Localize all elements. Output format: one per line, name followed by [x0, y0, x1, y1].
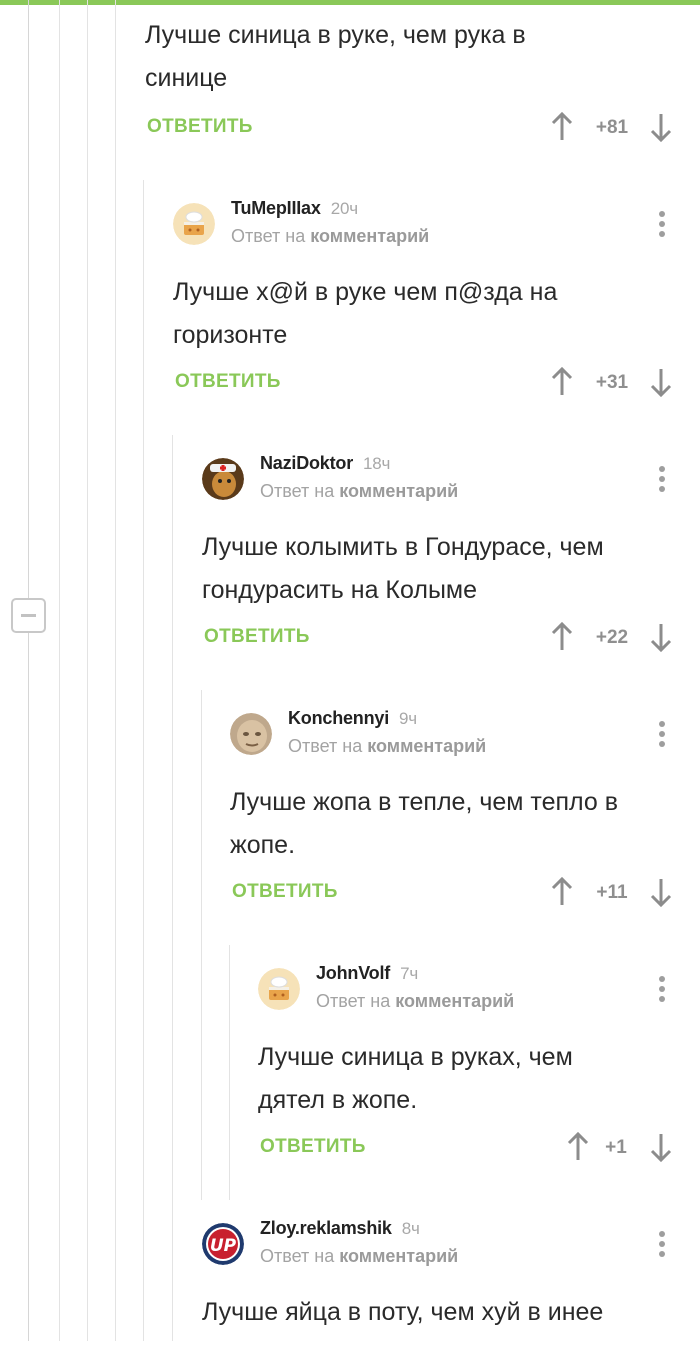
comment-author[interactable]: JohnVolf 7ч: [316, 963, 418, 984]
reply-button[interactable]: ОТВЕТИТЬ: [232, 881, 338, 903]
upvote-arrow-icon[interactable]: [550, 877, 574, 907]
comment-time: 8ч: [401, 1219, 420, 1238]
reply-button[interactable]: ОТВЕТИТЬ: [204, 626, 310, 648]
thread-line: [59, 0, 60, 1341]
reply-target-link[interactable]: комментарий: [339, 481, 458, 501]
comment-text: Лучше яйца в поту, чем хуй в инее: [202, 1298, 604, 1326]
downvote-arrow-icon[interactable]: [649, 112, 673, 142]
comment-author[interactable]: Zloy.reklamshik 8ч: [260, 1218, 420, 1239]
reply-to-label: Ответ на комментарий: [260, 481, 459, 501]
comment-score: +1: [605, 1137, 627, 1158]
avatar[interactable]: [258, 968, 300, 1010]
reply-button[interactable]: ОТВЕТИТЬ: [260, 1136, 366, 1158]
comment-text: Лучше синица в руках, чем дятел в жопе.: [258, 1043, 573, 1114]
downvote-arrow-icon[interactable]: [649, 877, 673, 907]
svg-text:UP: UP: [210, 1236, 237, 1256]
comment-time: 7ч: [400, 964, 418, 983]
thread-line: [229, 945, 230, 1200]
comment-author[interactable]: Konchennyi 9ч: [288, 708, 417, 729]
comment-item: NaziDoktor 18ч Ответ на комментарий Лучше…: [202, 453, 700, 663]
thread-line: [115, 0, 116, 1341]
thread-line: [143, 180, 144, 1341]
upvote-arrow-icon[interactable]: [550, 367, 574, 397]
cake-avatar-icon: [258, 968, 300, 1010]
vote-control: +31: [550, 367, 673, 397]
up-logo-avatar-icon: UP: [202, 1223, 244, 1265]
comment-item: TuMepIIIax 20ч Ответ на комментарий Лучше…: [173, 198, 700, 408]
comment-text: Лучше синица в руке, чем рука в синице: [145, 21, 526, 92]
avatar[interactable]: [230, 713, 272, 755]
avatar[interactable]: UP: [202, 1223, 244, 1265]
vote-control: +81: [550, 112, 673, 142]
vote-control: +22: [550, 622, 673, 652]
thread-line: [172, 435, 173, 1341]
more-options-icon[interactable]: [659, 466, 665, 492]
reply-to-label: Ответ на комментарий: [231, 226, 430, 246]
reply-to-label: Ответ на комментарий: [316, 991, 515, 1011]
reply-to-label: Ответ на комментарий: [260, 1246, 459, 1266]
comment-text: Лучше х@й в руке чем п@зда на горизонте: [173, 278, 558, 349]
comment-item: UP Zloy.reklamshik 8ч Ответ на комментари…: [202, 1218, 700, 1348]
upvote-arrow-icon[interactable]: [550, 112, 574, 142]
vote-control: +11: [550, 877, 673, 907]
more-options-icon[interactable]: [659, 1231, 665, 1257]
comment-score: +11: [596, 882, 628, 903]
reply-target-link[interactable]: комментарий: [367, 736, 486, 756]
comment-score: +81: [595, 117, 629, 138]
collapse-thread-button[interactable]: [11, 598, 46, 633]
more-options-icon[interactable]: [659, 976, 665, 1002]
comment-text: Лучше жопа в тепле, чем тепло в жопе.: [230, 788, 619, 859]
more-options-icon[interactable]: [659, 721, 665, 747]
reply-button[interactable]: ОТВЕТИТЬ: [175, 371, 281, 393]
thread-line: [201, 690, 202, 1200]
reply-target-link[interactable]: комментарий: [339, 1246, 458, 1266]
comment-text: Лучше колымить в Гондурасе, чем гондурас…: [202, 533, 604, 604]
reply-target-link[interactable]: комментарий: [310, 226, 429, 246]
thread-line: [28, 0, 29, 598]
avatar[interactable]: [173, 203, 215, 245]
comment-top: Лучше синица в руке, чем рука в синице О…: [145, 0, 700, 160]
upvote-arrow-icon[interactable]: [550, 622, 574, 652]
downvote-arrow-icon[interactable]: [649, 1132, 673, 1162]
comment-score: +22: [595, 627, 629, 648]
comment-time: 9ч: [399, 709, 417, 728]
comment-item: Konchennyi 9ч Ответ на комментарий Лучше …: [230, 708, 700, 918]
downvote-arrow-icon[interactable]: [649, 367, 673, 397]
downvote-arrow-icon[interactable]: [649, 622, 673, 652]
face-avatar-icon: [230, 713, 272, 755]
thread-line: [28, 633, 29, 1341]
upvote-arrow-icon[interactable]: [566, 1132, 590, 1162]
comment-time: 18ч: [363, 454, 391, 473]
doctor-avatar-icon: [202, 458, 244, 500]
avatar[interactable]: [202, 458, 244, 500]
reply-target-link[interactable]: комментарий: [395, 991, 514, 1011]
comment-time: 20ч: [330, 199, 358, 218]
comment-author[interactable]: TuMepIIIax 20ч: [231, 198, 358, 219]
more-options-icon[interactable]: [659, 211, 665, 237]
comment-author[interactable]: NaziDoktor 18ч: [260, 453, 390, 474]
reply-button[interactable]: ОТВЕТИТЬ: [147, 116, 253, 138]
thread-line: [87, 0, 88, 1341]
vote-control: +1: [566, 1132, 686, 1162]
cake-avatar-icon: [173, 203, 215, 245]
comment-item: JohnVolf 7ч Ответ на комментарий Лучше си…: [258, 963, 700, 1173]
reply-to-label: Ответ на комментарий: [288, 736, 487, 756]
comment-score: +31: [595, 372, 629, 393]
